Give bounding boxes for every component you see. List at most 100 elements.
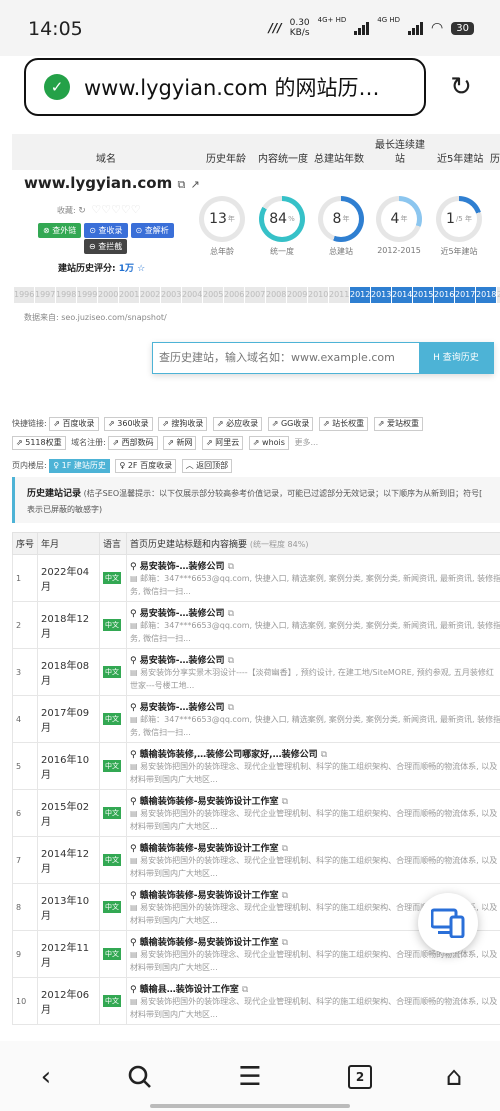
row-index: 3 — [12, 648, 38, 696]
link-icon: ⚲ — [130, 702, 140, 713]
link-icon: ⚲ — [130, 796, 140, 807]
screen-cast-button[interactable] — [418, 893, 478, 953]
check-dns-button[interactable]: ⊙ 查解析 — [130, 223, 174, 238]
table-row[interactable]: 3 2018年08月 中文 ⚲ 易安装饰-…装修公司 ⧉ ▤ 易安装饰分享实景木羽设计-… — [12, 648, 500, 696]
lang-badge: 中文 — [103, 948, 121, 960]
search-icon[interactable] — [122, 1059, 158, 1095]
link-aizhan-weight[interactable]: ⇗ 爱站权重 — [373, 417, 423, 431]
header-history-age: 历史年龄 — [206, 154, 246, 165]
row-title[interactable]: ⚲ 赣榆装饰装修,…装修公司哪家好,…装修公司 ⧉ — [130, 747, 500, 760]
table-row[interactable]: 6 2015年02月 中文 ⚲ 赣榆装饰装修-易安装饰设计工作室 ⧉ ▤ 易安装饰把国外… — [12, 789, 500, 837]
lang-badge: 中文 — [103, 760, 121, 772]
header-recent5: 近5年建站 — [437, 154, 484, 165]
col-date: 年月 — [37, 532, 100, 555]
header-total-years: 总建站年数 — [314, 154, 364, 165]
table-row[interactable]: 5 2016年10月 中文 ⚲ 赣榆装饰装修,…装修公司哪家好,…装修公司 ⧉ ▤ 易安… — [12, 742, 500, 790]
link-xinnet[interactable]: ⇗ 新网 — [163, 436, 197, 450]
domain-reg-label: 域名注册: — [71, 438, 106, 447]
table-row[interactable]: 2 2018年12月 中文 ⚲ 易安装饰-…装修公司 ⧉ ▤ 邮箱：347***6653… — [12, 601, 500, 649]
link-5118-weight[interactable]: ⇗ 5118权重 — [12, 436, 66, 450]
link-zhanzhang-weight[interactable]: ⇗ 站长权重 — [318, 417, 369, 431]
back-to-top-button[interactable]: ︿ 返回顶部 — [181, 459, 233, 473]
link-bing-index[interactable]: ⇗ 必应收录 — [212, 417, 263, 431]
copy-icon[interactable]: ⧉ — [282, 844, 288, 854]
header-longest-1: 最长连续建 — [375, 140, 425, 151]
row-desc-2: 材料带到国内广大地区... — [130, 774, 218, 784]
row-title[interactable]: ⚲ 赣榆装饰装修-易安装饰设计工作室 ⧉ — [130, 841, 500, 854]
stat-label-recent5: 近5年建站 — [440, 247, 478, 256]
row-desc-1: ▤ 邮箱：347***6653@qq.com, 快捷入口, 精选案例, 案例分类… — [130, 620, 500, 630]
row-title[interactable]: ⚲ 赣榆装饰装修-易安装饰设计工作室 ⧉ — [130, 794, 500, 807]
external-link-icon[interactable]: ↗ — [191, 178, 200, 191]
table-row[interactable]: 4 2017年09月 中文 ⚲ 易安装饰-…装修公司 ⧉ ▤ 邮箱：347***6653… — [12, 695, 500, 743]
copy-icon[interactable]: ⧉ — [228, 703, 234, 713]
table-row[interactable]: 1 2022年04月 中文 ⚲ 易安装饰-…装修公司 ⧉ ▤ 邮箱：347***6653… — [12, 554, 500, 602]
copy-icon[interactable]: ⧉ — [177, 178, 185, 191]
refresh-icon[interactable]: ↻ — [78, 206, 86, 216]
heart-rating-icons[interactable]: ♡♡♡♡♡ — [91, 203, 140, 216]
table-row[interactable]: 10 2012年06月 中文 ⚲ 赣榆县…装饰设计工作室 ⧉ ▤ 易安装饰把国外的装饰理… — [12, 977, 500, 1025]
row-title[interactable]: ⚲ 易安装饰-…装修公司 ⧉ — [130, 700, 500, 713]
year-cell: 1997 — [35, 287, 56, 303]
doc-icon: ▤ — [130, 573, 141, 583]
link-icon: ⚲ — [130, 561, 140, 572]
check-index-button[interactable]: ⊙ 查收录 — [84, 223, 128, 238]
site-score: 建站历史评分: 1万 ☆ — [58, 264, 146, 274]
row-content: ⚲ 易安装饰-…装修公司 ⧉ ▤ 邮箱：347***6653@qq.com, 快捷… — [126, 601, 500, 649]
more-link[interactable]: 更多... — [295, 438, 319, 447]
address-bar[interactable]: ✓ www.lygyian.com 的网站历… — [24, 58, 426, 116]
copy-icon[interactable]: ⧉ — [228, 656, 234, 666]
copy-icon[interactable]: ⧉ — [228, 609, 234, 619]
link-west-cn[interactable]: ⇗ 西部数码 — [108, 436, 158, 450]
floor-1f-button[interactable]: ♀ 1F 建站历史 — [49, 459, 110, 473]
row-date: 2014年12月 — [37, 836, 100, 884]
copy-icon[interactable]: ⧉ — [282, 938, 288, 948]
year-cell: 2006 — [224, 287, 245, 303]
stat-ring-consistency: 84% — [259, 196, 305, 242]
doc-icon: ▤ — [130, 808, 141, 818]
check-block-button[interactable]: ⊖ 查拦截 — [84, 239, 128, 254]
row-title[interactable]: ⚲ 易安装饰-…装修公司 ⧉ — [130, 653, 500, 666]
floor-2f-button[interactable]: ♀ 2F 百度收录 — [115, 459, 177, 473]
link-360-index[interactable]: ⇗ 360收录 — [104, 417, 153, 431]
row-lang: 中文 — [99, 883, 127, 931]
year-cell: 2018 — [476, 287, 497, 303]
link-icon: ⚲ — [130, 843, 140, 854]
row-title[interactable]: ⚲ 赣榆县…装饰设计工作室 ⧉ — [130, 982, 500, 995]
col-index: 序号 — [12, 532, 38, 555]
search-input[interactable] — [153, 343, 419, 373]
doc-icon: ▤ — [130, 667, 141, 677]
back-icon[interactable]: ‹ — [28, 1059, 64, 1095]
home-icon[interactable]: ⌂ — [436, 1059, 472, 1095]
copy-icon[interactable]: ⧉ — [321, 750, 327, 760]
record-title: 历史建站记录 — [27, 489, 82, 499]
row-title[interactable]: ⚲ 易安装饰-…装修公司 ⧉ — [130, 606, 500, 619]
link-sogou-index[interactable]: ⇗ 搜狗收录 — [158, 417, 208, 431]
copy-icon[interactable]: ⧉ — [282, 797, 288, 807]
link-aliyun[interactable]: ⇗ 阿里云 — [202, 436, 244, 450]
table-row[interactable]: 7 2014年12月 中文 ⚲ 赣榆装饰装修-易安装饰设计工作室 ⧉ ▤ 易安装饰把国外… — [12, 836, 500, 884]
row-index: 9 — [12, 930, 38, 978]
lang-badge: 中文 — [103, 619, 121, 631]
copy-icon[interactable]: ⧉ — [228, 562, 234, 572]
link-gg-index[interactable]: ⇗ GG收录 — [267, 417, 314, 431]
copy-icon[interactable]: ⧉ — [242, 985, 248, 995]
row-index: 8 — [12, 883, 38, 931]
row-date: 2012年06月 — [37, 977, 100, 1025]
tabs-icon[interactable]: 2 — [342, 1059, 378, 1095]
link-baidu-index[interactable]: ⇗ 百度收录 — [49, 417, 99, 431]
year-cell: 2008 — [266, 287, 287, 303]
menu-icon[interactable]: ☰ — [232, 1059, 268, 1095]
reload-icon[interactable]: ↻ — [446, 72, 476, 102]
link-whois[interactable]: ⇗ whois — [248, 436, 289, 450]
check-backlinks-button[interactable]: ⊗ 查外链 — [38, 223, 82, 238]
search-button[interactable]: H 查询历史 — [419, 343, 493, 373]
copy-icon[interactable]: ⧉ — [282, 891, 288, 901]
year-cell: 2001 — [119, 287, 140, 303]
row-title[interactable]: ⚲ 易安装饰-…装修公司 ⧉ — [130, 559, 500, 572]
row-content: ⚲ 易安装饰-…装修公司 ⧉ ▤ 邮箱：347***6653@qq.com, 快捷… — [126, 554, 500, 602]
row-lang: 中文 — [99, 648, 127, 696]
row-desc-1: ▤ 易安装饰把国外的装饰理念、现代企业管理机制、科学的施工组织架构、合理而顺畅的… — [130, 808, 498, 818]
year-cell: 2011 — [329, 287, 350, 303]
year-cell: 2007 — [245, 287, 266, 303]
